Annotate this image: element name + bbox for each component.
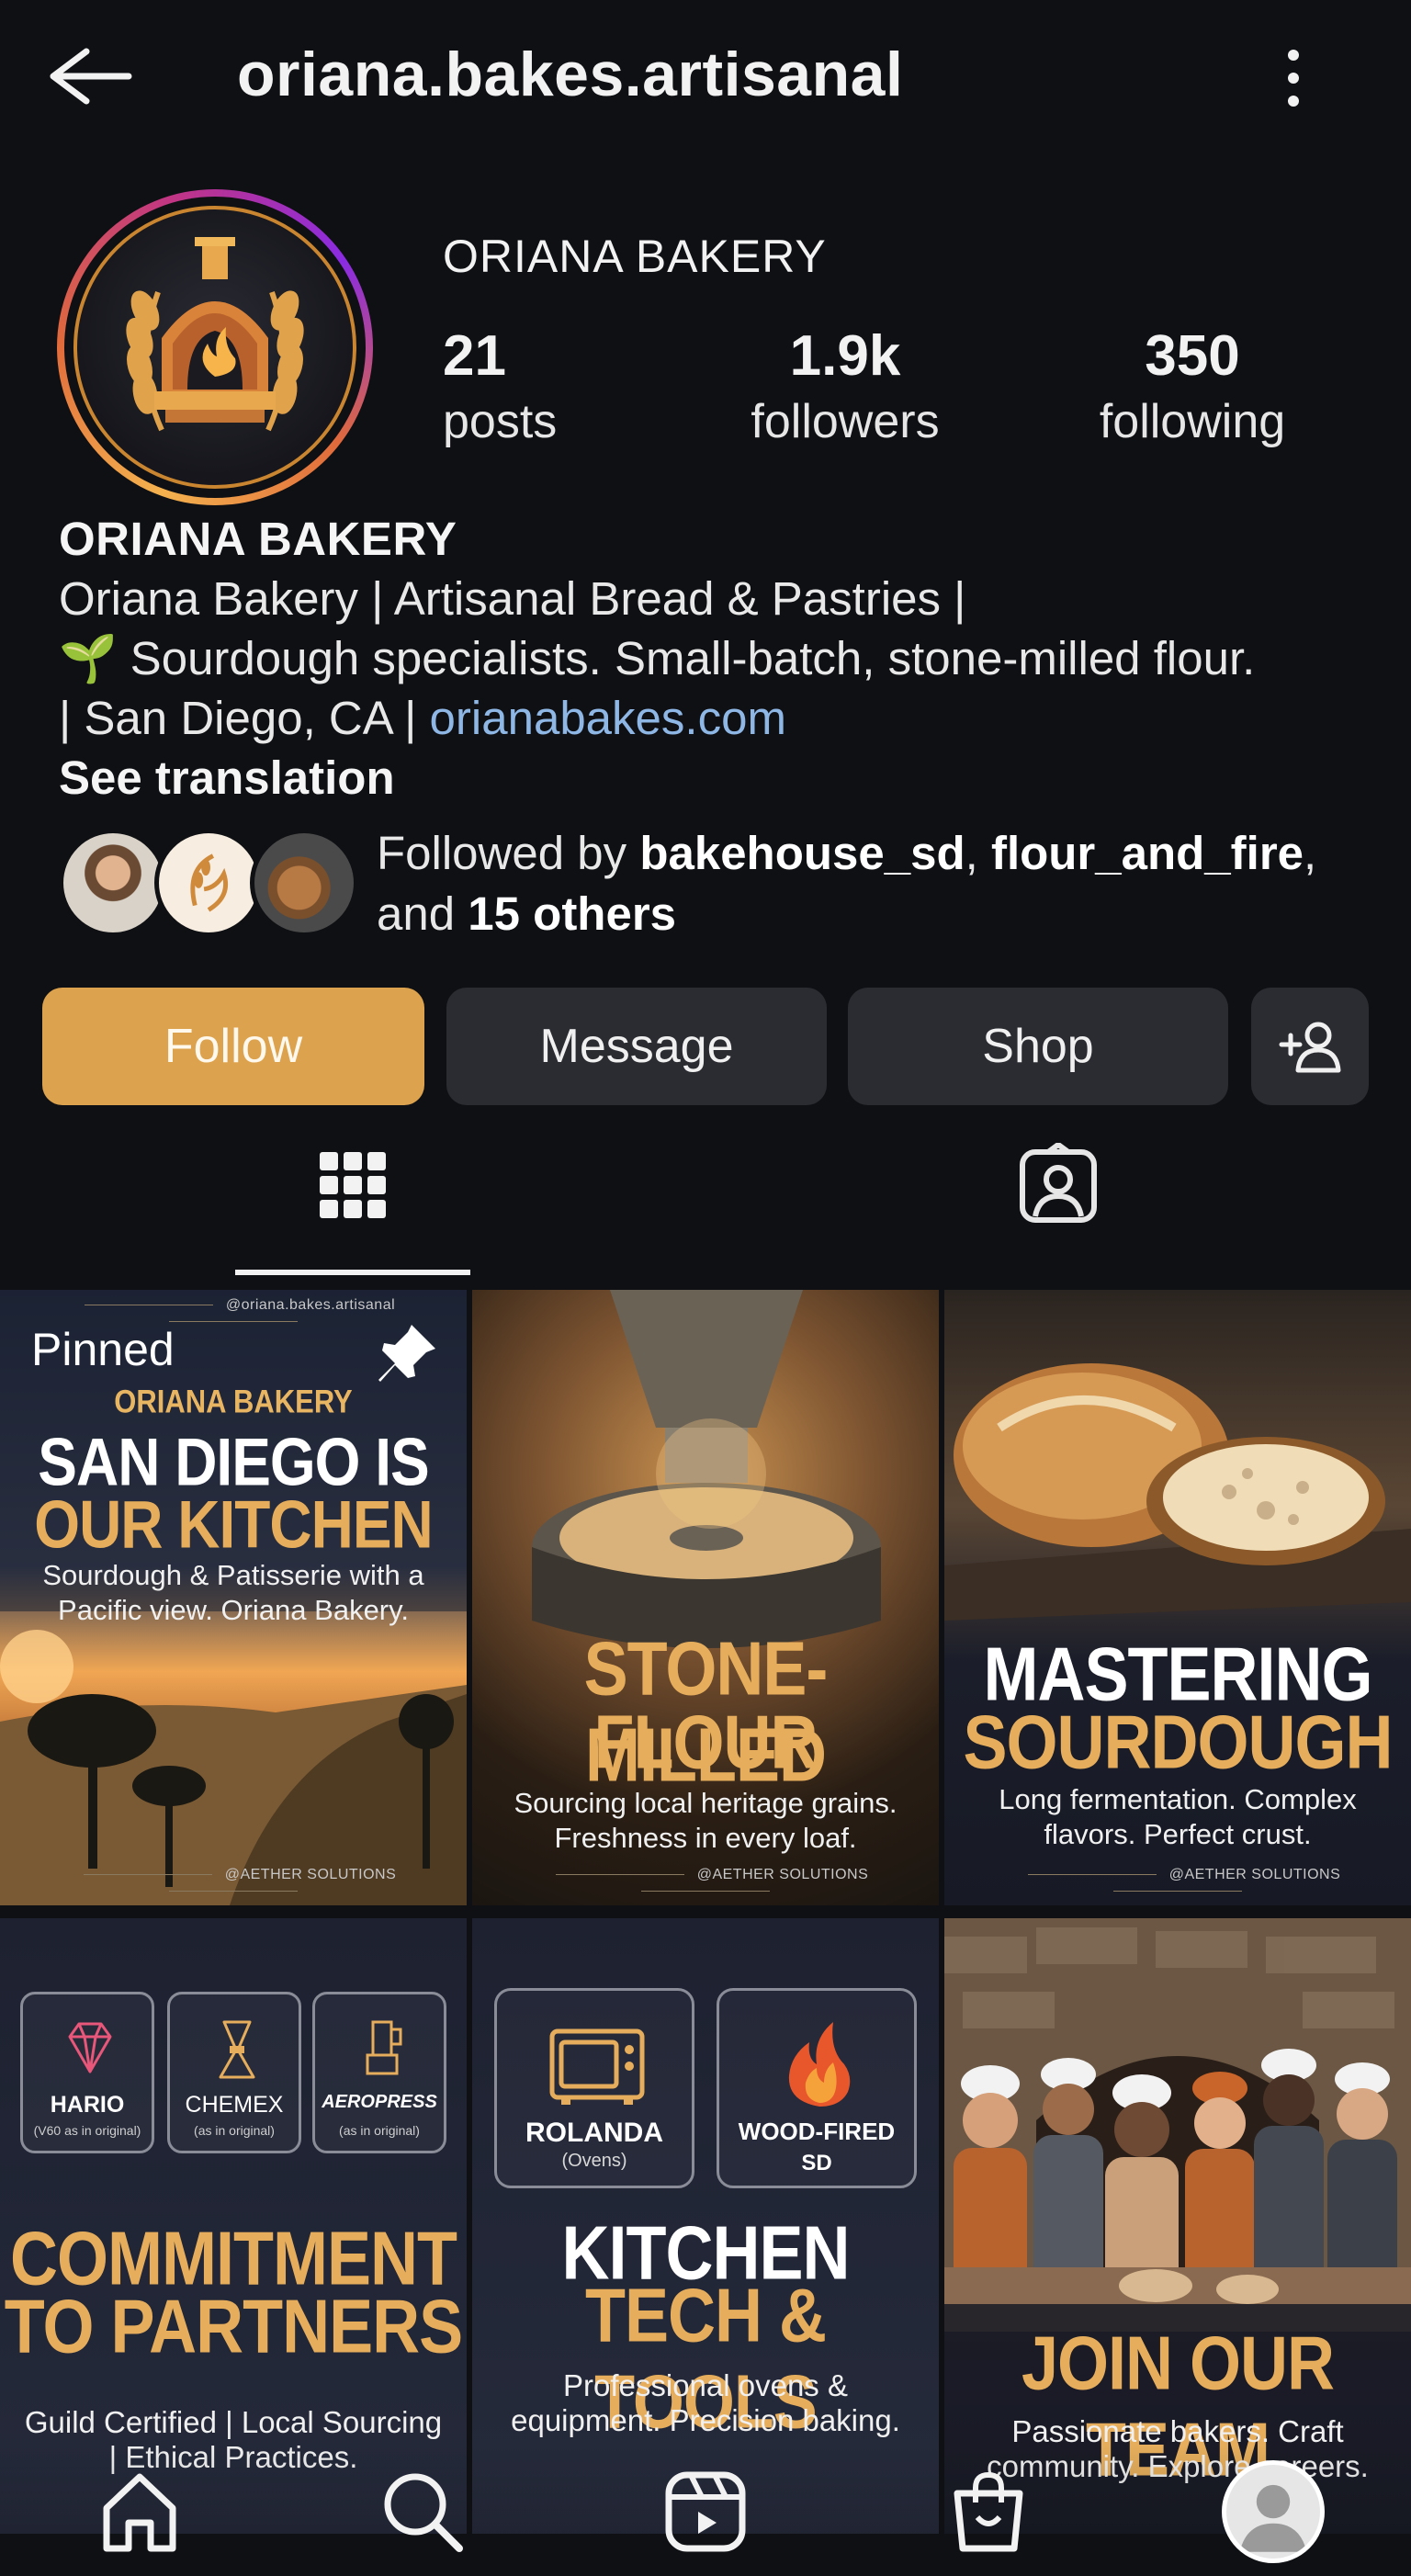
follower-username: bakehouse_sd [639, 827, 965, 879]
bio-location: | San Diego, CA | [59, 692, 430, 744]
reels-icon[interactable] [660, 2466, 751, 2558]
post-caption: Long fermentation. Complex flavors. Perf… [999, 1783, 1357, 1850]
post-caption: Sourcing local heritage grains. Freshnes… [514, 1787, 897, 1854]
posts-label: posts [443, 395, 558, 448]
tool-card: ROLANDA (Ovens) [494, 1988, 694, 2188]
post-headline: TO PARTNERS [4, 2285, 463, 2369]
top-bar: oriana.bakes.artisanal [0, 0, 1411, 165]
tab-tagged[interactable] [941, 1132, 1176, 1279]
bio-line-2: 🌱 Sourdough specialists. Small-batch, st… [59, 628, 1363, 688]
bio-line-3: | San Diego, CA | orianabakes.com [59, 688, 1363, 748]
message-button[interactable]: Message [446, 988, 827, 1105]
shop-icon[interactable] [943, 2466, 1034, 2558]
follower-avatar [250, 829, 358, 937]
tool-name: WOOD-FIRED [738, 2118, 896, 2145]
tab-posts-grid[interactable] [235, 1132, 470, 1279]
post-caption: Professional ovens & equipment. Precisio… [511, 2368, 900, 2437]
pin-icon [378, 1325, 435, 1382]
bio-name: ORIANA BAKERY [59, 513, 457, 565]
flame-icon [788, 2022, 851, 2107]
posts-stat[interactable]: 21 posts [443, 323, 557, 449]
posts-count: 21 [443, 324, 506, 388]
website-link[interactable]: orianabakes.com [430, 692, 786, 744]
partner-note: (as in original) [339, 2123, 420, 2138]
profile-bio: ORIANA BAKERY Oriana Bakery | Artisanal … [59, 509, 1363, 808]
active-tab-indicator [235, 1270, 470, 1275]
profile-display-name: ORIANA BAKERY [443, 231, 827, 282]
others-count: 15 others [468, 887, 677, 940]
search-icon[interactable] [377, 2466, 468, 2558]
post-kicker: ORIANA BAKERY [114, 1383, 353, 1420]
more-vertical-icon[interactable] [1271, 46, 1315, 110]
tagged-icon [1020, 1143, 1097, 1223]
followed-by-text: Followed by bakehouse_sd, flour_and_fire… [377, 827, 1317, 940]
chemex-icon [219, 2020, 255, 2079]
followers-count: 1.9k [789, 324, 901, 388]
post-caption: Sourdough & Patisserie with a Pacific vi… [42, 1559, 424, 1626]
bio-line-2-text: Sourdough specialists. Small-batch, ston… [117, 632, 1256, 684]
seedling-icon: 🌱 [59, 632, 118, 684]
follower-avatar [59, 829, 167, 937]
partner-card: CHEMEX (as in original) [167, 1992, 301, 2153]
partner-name: AEROPRESS [322, 2092, 437, 2112]
post-watermark: @AETHER SOLUTIONS [0, 1867, 467, 1900]
pinned-label: Pinned [31, 1324, 175, 1375]
tool-note: (Ovens) [561, 2151, 627, 2171]
profile-avatar[interactable] [1222, 2460, 1325, 2563]
grid-post[interactable]: @oriana.bakes.artisanal Pinned ORIANA BA… [0, 1290, 467, 1905]
followers-stat[interactable]: 1.9k followers [733, 323, 957, 449]
partner-name: CHEMEX [185, 2092, 284, 2118]
home-icon[interactable] [94, 2466, 186, 2558]
diamond-icon [68, 2022, 112, 2073]
grid-post[interactable]: JOIN OUR TEAM Passionate bakers. Craft c… [944, 1918, 1411, 2534]
follower-avatar [154, 829, 263, 937]
following-label: following [1099, 395, 1286, 448]
partner-card: HARIO (V60 as in original) [20, 1992, 154, 2153]
partner-card: AEROPRESS (as in original) [312, 1992, 446, 2153]
bio-line-1: Oriana Bakery | Artisanal Bread & Pastri… [59, 572, 966, 625]
tool-note: SD [801, 2151, 832, 2175]
post-watermark: @AETHER SOLUTIONS [472, 1867, 939, 1900]
tool-name: ROLANDA [525, 2118, 663, 2148]
bottom-navigation [0, 2444, 1411, 2576]
post-watermark: @AETHER SOLUTIONS [944, 1867, 1411, 1900]
followers-label: followers [751, 395, 940, 448]
post-headline: OUR KITCHEN [34, 1486, 433, 1563]
suggested-users-button[interactable] [1251, 988, 1369, 1105]
profile-avatar-story-ring[interactable] [57, 189, 373, 505]
grid-icon [320, 1152, 386, 1218]
grid-post[interactable]: HARIO (V60 as in original) CHEMEX (as in… [0, 1918, 467, 2534]
oven-icon [549, 2028, 645, 2105]
follow-button[interactable]: Follow [42, 988, 424, 1105]
partner-name: HARIO [50, 2092, 125, 2118]
grid-post[interactable]: STONE-MILLED FLOUR Sourcing local herita… [472, 1290, 939, 1905]
partner-note: (as in original) [194, 2123, 275, 2138]
grid-post[interactable]: MASTERING SOURDOUGH Long fermentation. C… [944, 1290, 1411, 1905]
following-count: 350 [1145, 324, 1240, 388]
follower-username: flour_and_fire [990, 827, 1304, 879]
post-headline: SOURDOUGH [963, 1700, 1393, 1785]
profile-avatar-icon [1239, 2484, 1307, 2552]
followed-by-row[interactable]: Followed by bakehouse_sd, flour_and_fire… [59, 823, 1382, 943]
grid-post[interactable]: ROLANDA (Ovens) WOOD-FIRED SD KITCHEN TE… [472, 1918, 939, 2534]
bakery-logo-icon [73, 206, 356, 489]
aeropress-icon [366, 2020, 402, 2075]
following-stat[interactable]: 350 following [1084, 323, 1301, 449]
add-user-icon [1279, 1022, 1341, 1073]
partner-note: (V60 as in original) [33, 2123, 141, 2138]
profile-handle: oriana.bakes.artisanal [237, 40, 904, 109]
tool-card: WOOD-FIRED SD [717, 1988, 917, 2188]
post-headline: FLOUR [593, 1700, 818, 1785]
shop-button[interactable]: Shop [848, 988, 1228, 1105]
back-arrow-icon[interactable] [46, 44, 134, 108]
see-translation-link[interactable]: See translation [59, 748, 1363, 808]
